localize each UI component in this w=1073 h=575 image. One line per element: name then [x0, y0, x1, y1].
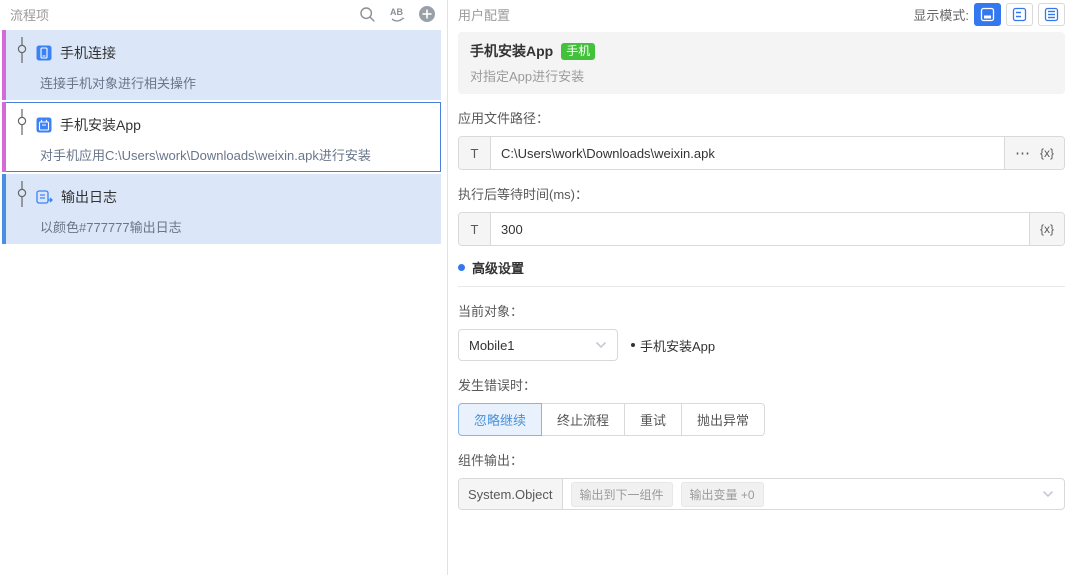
app-path-label: 应用文件路径：: [458, 111, 550, 126]
wait-time-input[interactable]: [491, 213, 1029, 245]
rename-icon-letters: AB: [390, 7, 403, 17]
component-category-badge: 手机: [561, 42, 596, 60]
flow-item-phone-connect[interactable]: 手机连接 连接手机对象进行相关操作: [2, 30, 441, 100]
flow-item-desc: 以颜色#777777输出日志: [40, 220, 182, 235]
flow-item-list: 手机连接 连接手机对象进行相关操作 手机安装App 对手机应用C:\Users\…: [0, 28, 447, 244]
node-connector-icon[interactable]: [16, 181, 28, 212]
phone-install-icon: [36, 117, 52, 133]
wait-time-suffix-addon: {x}: [1028, 213, 1064, 245]
flow-item-title: 手机连接: [60, 44, 116, 61]
error-option-ignore-continue[interactable]: 忽略继续: [458, 403, 543, 436]
component-info-box: 手机安装App 手机 对指定App进行安装: [458, 32, 1065, 94]
component-title: 手机安装App: [470, 43, 554, 59]
display-mode-full-button[interactable]: [974, 2, 1001, 26]
app-path-input[interactable]: [491, 137, 1004, 169]
user-config-panel: 用户配置 显示模式: 手机安装App 手机 对指定App进行安装 应用文件路径：…: [448, 0, 1073, 575]
display-mode-label: 显示模式:: [913, 7, 969, 23]
output-variable-tag[interactable]: 输出变量 +0: [680, 481, 764, 507]
flow-item-output-log[interactable]: 输出日志 以颜色#777777输出日志: [2, 174, 441, 244]
type-toggle-button[interactable]: T: [459, 137, 491, 169]
error-option-throw[interactable]: 抛出异常: [681, 403, 766, 436]
flow-item-title: 输出日志: [61, 188, 117, 205]
type-toggle-button[interactable]: T: [459, 213, 491, 245]
wait-time-input-group: T {x}: [458, 212, 1065, 246]
component-output-label: 组件输出：: [458, 453, 524, 468]
component-output-control[interactable]: System.Object 输出到下一组件 输出变量 +0: [458, 478, 1065, 510]
chevron-down-icon: [595, 341, 607, 349]
variable-picker-icon[interactable]: {x}: [1040, 222, 1054, 236]
flow-item-phone-install-app[interactable]: 手机安装App 对手机应用C:\Users\work\Downloads\wei…: [2, 102, 441, 172]
hint-bullet-icon: [631, 343, 635, 347]
flow-panel-title: 流程项: [10, 7, 50, 23]
app-path-suffix-addon: ⋯ {x}: [1003, 137, 1064, 169]
advanced-settings-section: 高级设置: [458, 246, 1065, 287]
output-log-icon: [36, 189, 53, 205]
app-path-input-group: T ⋯ {x}: [458, 136, 1065, 170]
current-object-select[interactable]: Mobile1: [458, 329, 618, 361]
add-flow-item-button[interactable]: [419, 6, 435, 22]
current-object-label: 当前对象：: [458, 304, 524, 319]
node-connector-icon[interactable]: [16, 109, 28, 140]
error-option-stop-flow[interactable]: 终止流程: [541, 403, 626, 436]
display-mode-split-button[interactable]: [1006, 2, 1033, 26]
display-mode-list-button[interactable]: [1038, 2, 1065, 26]
flow-item-title: 手机安装App: [60, 116, 141, 133]
phone-connect-icon: [36, 45, 52, 61]
config-panel-title: 用户配置: [458, 7, 511, 23]
config-panel-header: 用户配置 显示模式:: [458, 0, 1065, 28]
variable-picker-icon[interactable]: {x}: [1040, 146, 1054, 160]
on-error-button-group: 忽略继续 终止流程 重试 抛出异常: [458, 403, 766, 436]
flow-items-panel: 流程项 AB 手机连接 连接手机对象进行相关操作 手机安装App 对手机应用C:…: [0, 0, 448, 575]
on-error-label: 发生错误时：: [458, 378, 537, 393]
advanced-settings-title: 高级设置: [472, 261, 525, 276]
app-window: 流程项 AB 手机连接 连接手机对象进行相关操作 手机安装App 对手机应用C:…: [0, 0, 1073, 575]
chevron-down-icon: [1042, 490, 1054, 498]
flow-panel-header: 流程项 AB: [0, 0, 447, 28]
output-type-addon: System.Object: [459, 479, 563, 509]
component-description: 对指定App进行安装: [470, 69, 585, 84]
rename-icon[interactable]: AB: [388, 6, 407, 23]
output-next-component-tag[interactable]: 输出到下一组件: [570, 481, 673, 507]
current-object-hint: 手机安装App: [631, 336, 715, 355]
search-icon[interactable]: [359, 6, 376, 23]
flow-item-desc: 对手机应用C:\Users\work\Downloads\weixin.apk进…: [40, 148, 371, 163]
wait-time-label: 执行后等待时间(ms)：: [458, 187, 588, 202]
flow-item-desc: 连接手机对象进行相关操作: [40, 76, 197, 91]
current-object-value: Mobile1: [469, 337, 515, 353]
node-connector-icon[interactable]: [16, 37, 28, 68]
section-bullet-icon: [458, 264, 465, 271]
error-option-retry[interactable]: 重试: [624, 403, 683, 436]
browse-file-button[interactable]: ⋯: [1015, 146, 1031, 161]
